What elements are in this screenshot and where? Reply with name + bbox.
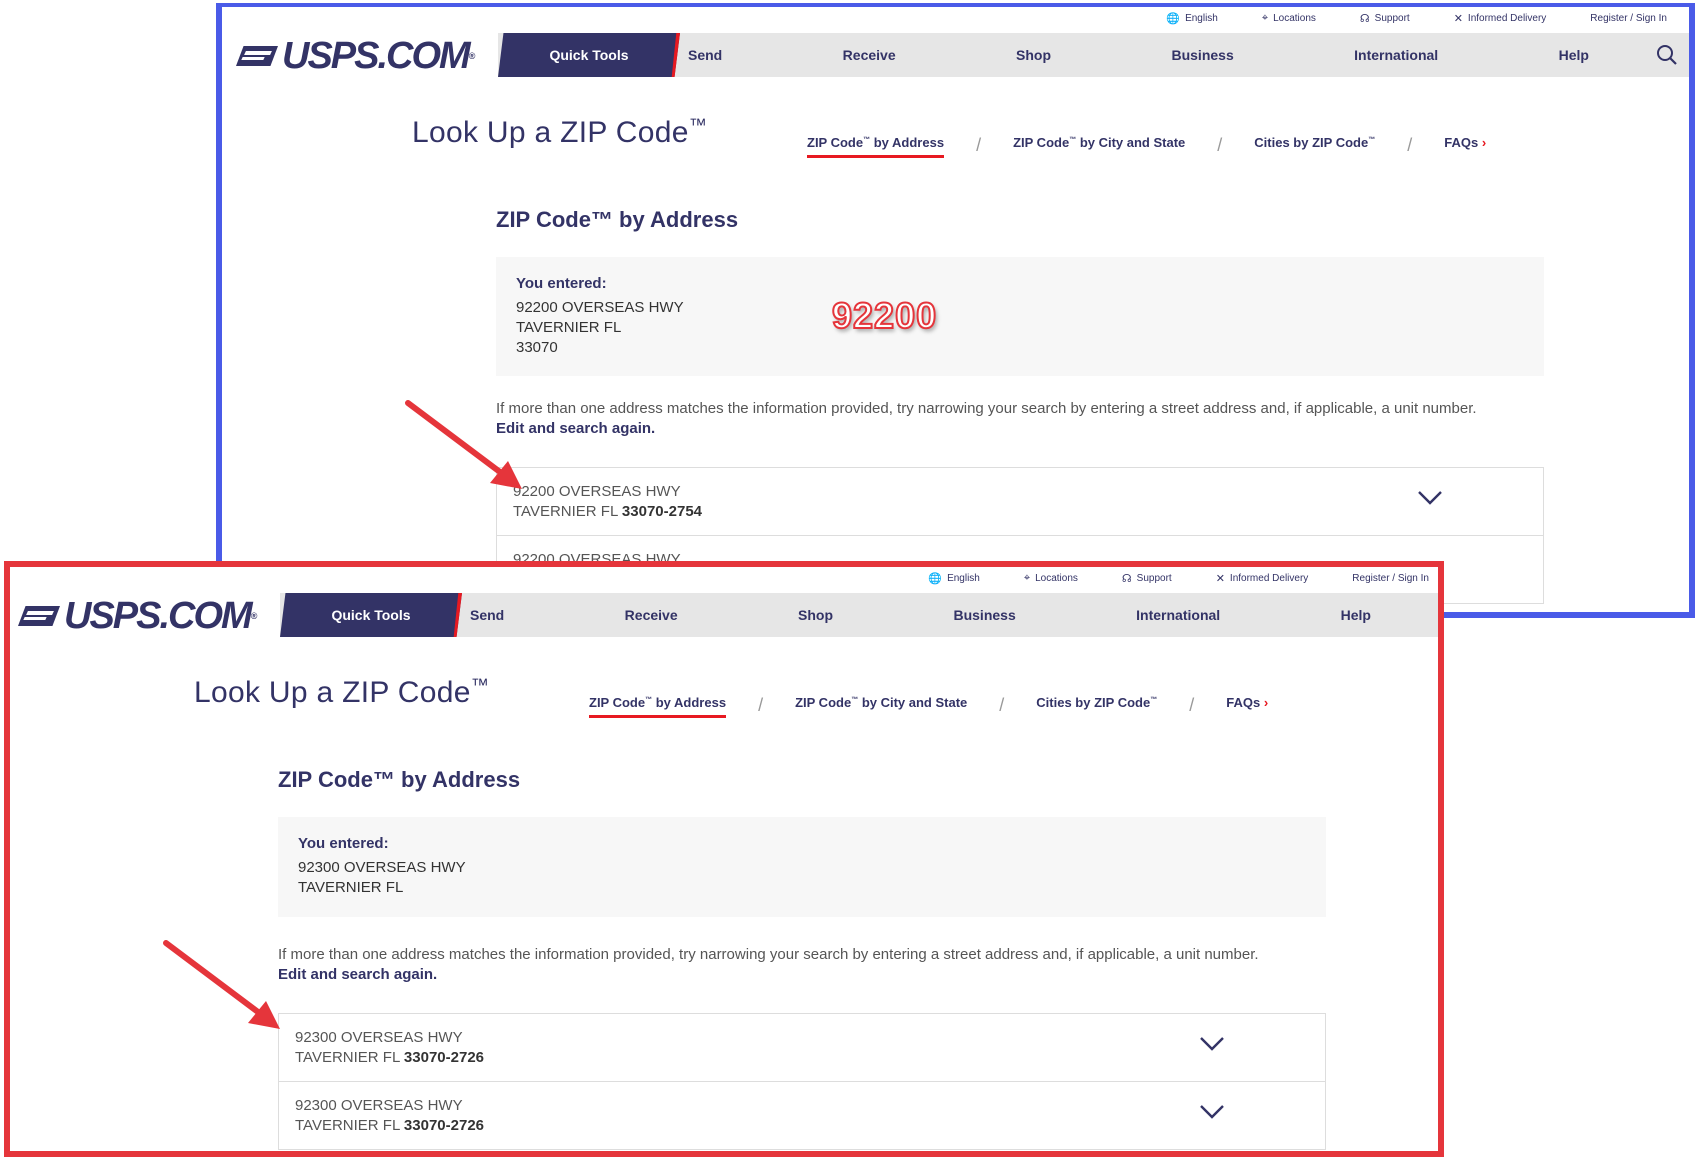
entered-label: You entered: (516, 275, 607, 292)
tab-zip-by-city-state[interactable]: ZIP Code™ by City and State (795, 695, 967, 716)
annotation-arrow-icon (405, 400, 522, 489)
entered-line: 92200 OVERSEAS HWY (516, 299, 684, 316)
nav-help[interactable]: Help (1341, 607, 1371, 623)
result-row[interactable]: 92300 OVERSEAS HWY TAVERNIER FL 33070-27… (279, 1014, 1325, 1082)
nav-international[interactable]: International (1354, 47, 1438, 63)
globe-icon: 🌐 (1166, 12, 1181, 25)
entered-address-box: You entered: 92300 OVERSEAS HWY TAVERNIE… (278, 817, 1326, 917)
nav-receive[interactable]: Receive (625, 607, 678, 623)
entered-label: You entered: (298, 835, 389, 852)
informed-delivery-icon: ✕ (1453, 12, 1463, 25)
edit-search-link[interactable]: Edit and search again. (278, 966, 437, 983)
hint-text: If more than one address matches the inf… (496, 400, 1477, 437)
headset-icon: ☊ (1121, 572, 1132, 585)
util-locations[interactable]: ⌖ Locations (1240, 7, 1338, 29)
main-nav: Quick Tools Send Receive Shop Business I… (498, 33, 1689, 77)
lookup-tabs: ZIP Code™ by Address / ZIP Code™ by City… (589, 695, 1269, 718)
nav-send[interactable]: Send (470, 607, 504, 623)
globe-icon: 🌐 (928, 572, 943, 585)
chevron-right-icon: › (1263, 695, 1269, 710)
informed-delivery-icon: ✕ (1215, 572, 1225, 585)
chevron-down-icon[interactable] (1417, 490, 1443, 506)
header: USPS.COM® Quick Tools Send Receive Shop … (10, 593, 1444, 637)
nav-shop[interactable]: Shop (798, 607, 833, 623)
usps-logo[interactable]: USPS.COM® (236, 37, 475, 75)
header: USPS.COM® Quick Tools Send Receive Shop … (222, 33, 1689, 77)
page-title: Look Up a ZIP Code™ (412, 115, 707, 149)
main-nav: Quick Tools Send Receive Shop Business I… (280, 593, 1444, 637)
tab-cities-by-zip[interactable]: Cities by ZIP Code™ (1254, 135, 1375, 156)
page-title: Look Up a ZIP Code™ (194, 675, 489, 709)
search-icon[interactable] (1655, 43, 1679, 67)
nav-help[interactable]: Help (1559, 47, 1589, 63)
lookup-tabs: ZIP Code™ by Address / ZIP Code™ by City… (807, 135, 1487, 158)
tab-faqs[interactable]: FAQs › (1444, 135, 1486, 156)
entered-line: 33070 (516, 339, 558, 356)
entered-address-box: You entered: 92200 OVERSEAS HWY TAVERNIE… (496, 257, 1544, 376)
tab-zip-by-address[interactable]: ZIP Code™ by Address (589, 695, 727, 718)
annotation-arrow-icon (163, 940, 280, 1029)
quick-tools-button[interactable]: Quick Tools (280, 593, 462, 637)
section-title: ZIP Code™ by Address (496, 207, 739, 232)
util-informed-delivery[interactable]: ✕ Informed Delivery (1432, 7, 1569, 29)
nav-business[interactable]: Business (1171, 47, 1233, 63)
location-pin-icon: ⌖ (1023, 571, 1031, 584)
tab-zip-by-city-state[interactable]: ZIP Code™ by City and State (1013, 135, 1185, 156)
eagle-logo-icon (236, 43, 278, 69)
tab-faqs[interactable]: FAQs › (1226, 695, 1268, 716)
nav-international[interactable]: International (1136, 607, 1220, 623)
annotation-stamp: 92200 (831, 294, 938, 337)
utility-bar: 🌐 English ⌖ Locations ☊ Support ✕ Informed D… (1144, 7, 1689, 29)
util-support[interactable]: ☊ Support (1338, 7, 1432, 29)
result-row[interactable]: 92300 OVERSEAS HWY TAVERNIER FL 33070-27… (279, 1082, 1325, 1150)
tab-cities-by-zip[interactable]: Cities by ZIP Code™ (1036, 695, 1157, 716)
entered-line: TAVERNIER FL (516, 319, 622, 336)
nav-receive[interactable]: Receive (843, 47, 896, 63)
nav-business[interactable]: Business (953, 607, 1015, 623)
chevron-right-icon: › (1481, 135, 1487, 150)
entered-line: 92300 OVERSEAS HWY (298, 859, 466, 876)
eagle-logo-icon (18, 603, 60, 629)
section-title: ZIP Code™ by Address (278, 767, 521, 792)
chevron-down-icon[interactable] (1199, 1036, 1225, 1052)
tab-zip-by-address[interactable]: ZIP Code™ by Address (807, 135, 945, 158)
utility-bar: 🌐 English ⌖ Locations ☊ Support ✕ Informed D… (906, 567, 1438, 589)
result-row[interactable]: 92200 OVERSEAS HWY TAVERNIER FL 33070-27… (497, 468, 1543, 536)
usps-logo[interactable]: USPS.COM® (18, 597, 257, 635)
util-english[interactable]: 🌐 English (1144, 7, 1240, 29)
quick-tools-button[interactable]: Quick Tools (498, 33, 680, 77)
nav-shop[interactable]: Shop (1016, 47, 1051, 63)
screenshot-a-frame: 🌐 English ⌖ Locations ☊ Support ✕ Informed D… (216, 3, 1695, 618)
util-informed-delivery[interactable]: ✕ Informed Delivery (1194, 567, 1331, 589)
nav-send[interactable]: Send (688, 47, 722, 63)
util-register-sign-in[interactable]: Register / Sign In (1568, 7, 1689, 29)
results-list: 92300 OVERSEAS HWY TAVERNIER FL 33070-27… (278, 1013, 1326, 1150)
hint-text: If more than one address matches the inf… (278, 946, 1259, 983)
screenshot-b-frame: 🌐 English ⌖ Locations ☊ Support ✕ Informed D… (4, 561, 1444, 1157)
location-pin-icon: ⌖ (1261, 11, 1269, 24)
entered-line: TAVERNIER FL (298, 879, 404, 896)
chevron-down-icon[interactable] (1199, 1104, 1225, 1120)
headset-icon: ☊ (1359, 12, 1370, 25)
util-register-sign-in[interactable]: Register / Sign In (1330, 567, 1438, 589)
search-icon[interactable] (1437, 603, 1444, 627)
util-locations[interactable]: ⌖ Locations (1002, 567, 1100, 589)
util-support[interactable]: ☊ Support (1100, 567, 1194, 589)
util-english[interactable]: 🌐 English (906, 567, 1002, 589)
